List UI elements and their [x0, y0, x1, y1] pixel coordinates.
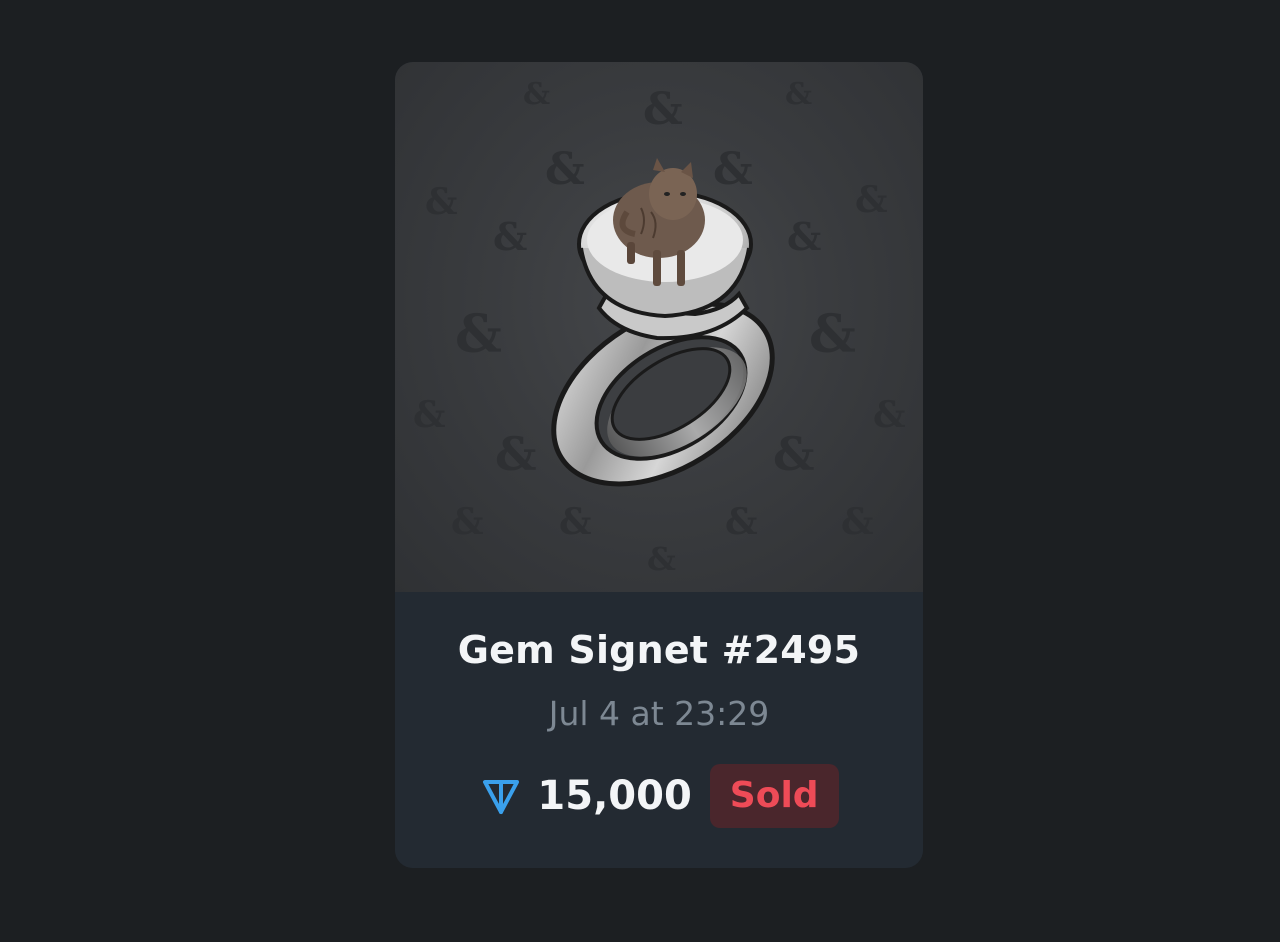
svg-text:&: &	[455, 304, 502, 365]
svg-text:&: &	[425, 181, 458, 223]
gift-info-panel: Gem Signet #2495 Jul 4 at 23:29 15,000 S…	[395, 592, 923, 868]
status-badge: Sold	[709, 764, 839, 828]
svg-text:&: &	[787, 214, 821, 259]
svg-text:&: &	[713, 144, 753, 195]
svg-text:&: &	[785, 77, 812, 112]
price-row: 15,000 Sold	[395, 764, 923, 828]
svg-text:&: &	[545, 144, 585, 195]
svg-text:&: &	[647, 540, 676, 578]
svg-text:&: &	[643, 84, 683, 135]
svg-text:&: &	[559, 501, 592, 543]
svg-text:&: &	[855, 179, 888, 221]
svg-text:&: &	[495, 427, 537, 481]
svg-text:&: &	[841, 501, 874, 543]
svg-text:&: &	[809, 304, 856, 365]
price-value: 15,000	[537, 773, 692, 819]
svg-text:&: &	[873, 394, 906, 436]
svg-text:&: &	[451, 501, 484, 543]
gift-date: Jul 4 at 23:29	[548, 694, 770, 733]
svg-text:&: &	[773, 427, 815, 481]
ton-icon	[479, 774, 523, 818]
svg-text:&: &	[523, 77, 550, 112]
svg-text:&: &	[493, 214, 527, 259]
ring-illustration: & & & & & & & & & & & & & & & & & & & &	[413, 77, 906, 578]
gift-card[interactable]: & & & & & & & & & & & & & & & & & & & &	[395, 62, 923, 868]
svg-text:&: &	[413, 394, 446, 436]
svg-text:&: &	[725, 501, 758, 543]
gift-title: Gem Signet #2495	[457, 628, 861, 672]
gift-artwork: & & & & & & & & & & & & & & & & & & & &	[395, 62, 923, 592]
